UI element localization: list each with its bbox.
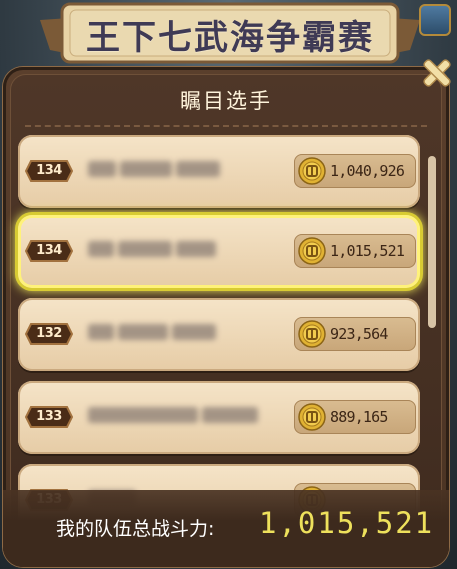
game-screen: 王下七武海争霸赛 瞩目选手 134 1,040,926 134 1,015,521 13… — [0, 0, 457, 569]
player-level: 133 — [36, 409, 62, 424]
player-power: 1,040,926 — [330, 162, 405, 180]
player-level: 132 — [36, 326, 62, 341]
player-name-censored — [88, 161, 224, 179]
player-power-pill: 889,165 — [294, 400, 416, 434]
corner-menu-icon[interactable] — [419, 4, 451, 36]
player-power-pill: 1,015,521 — [294, 234, 416, 268]
coin-icon — [298, 237, 326, 265]
player-power: 1,015,521 — [330, 242, 405, 260]
player-power: 889,165 — [330, 408, 388, 426]
team-power-value: 1,015,521 — [259, 506, 435, 540]
player-power: 923,564 — [330, 325, 388, 343]
team-power-label: 我的队伍总战斗力: — [56, 518, 215, 540]
player-row[interactable]: 134 1,015,521 — [18, 215, 420, 288]
coin-icon — [298, 403, 326, 431]
title-divider — [25, 125, 427, 127]
player-level: 134 — [36, 243, 62, 258]
event-title: 王下七武海争霸赛 — [86, 18, 374, 58]
player-power-pill: 1,040,926 — [294, 154, 416, 188]
list-scrollbar[interactable] — [428, 156, 436, 328]
player-row[interactable]: 132 923,564 — [18, 298, 420, 371]
player-name-censored — [88, 241, 220, 259]
coin-icon — [298, 320, 326, 348]
player-name-censored — [88, 407, 262, 425]
coin-icon — [298, 157, 326, 185]
event-banner: 王下七武海争霸赛 — [40, 0, 420, 70]
close-cross-icon[interactable] — [420, 56, 454, 90]
player-name-censored — [88, 324, 220, 342]
player-row[interactable]: 133 889,165 — [18, 381, 420, 454]
player-power-pill: 923,564 — [294, 317, 416, 351]
player-level: 134 — [36, 163, 62, 178]
panel-title: 瞩目选手 — [180, 89, 272, 113]
player-row[interactable]: 134 1,040,926 — [18, 135, 420, 208]
